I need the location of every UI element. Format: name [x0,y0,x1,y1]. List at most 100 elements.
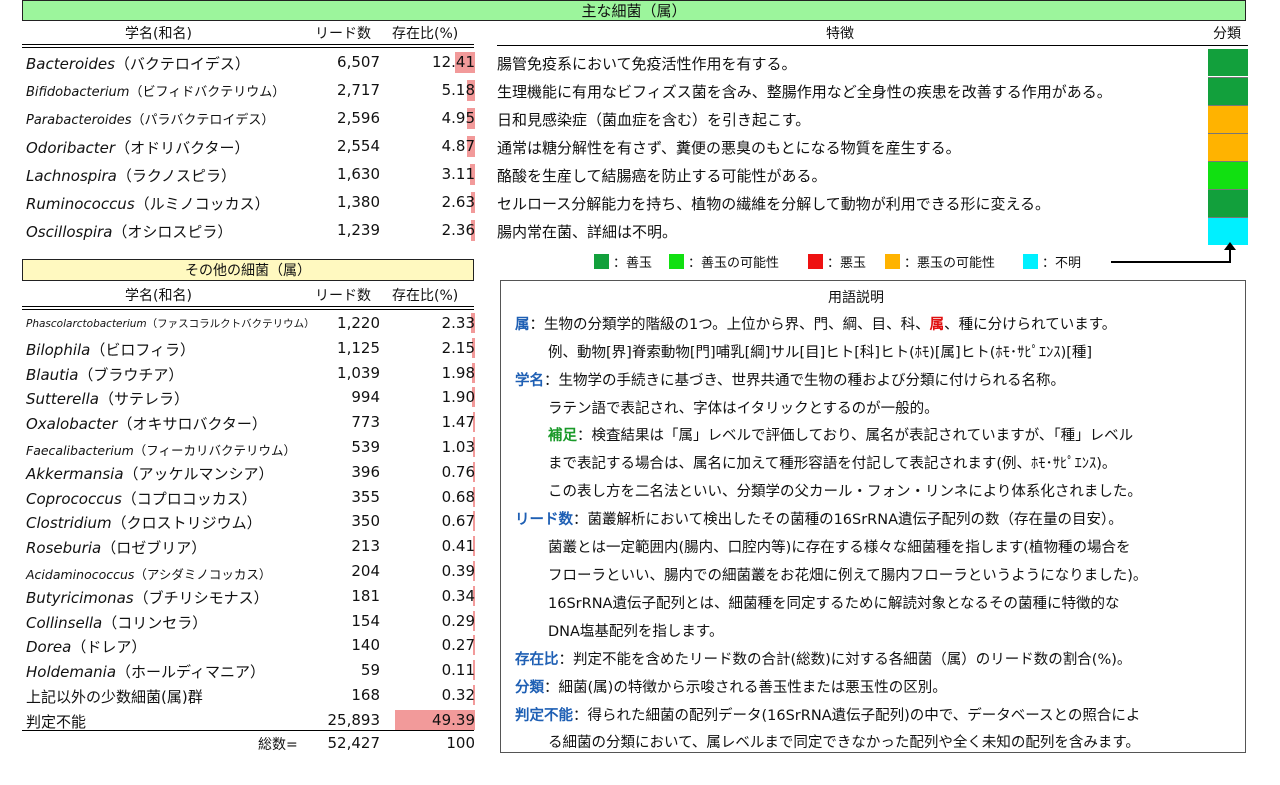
main-col-reads-header: リード数 [315,26,371,42]
ratio-value: 0.67 [441,512,475,531]
bacteria-name: Acidaminococcus（アシダミノコッカス） [26,564,271,583]
glossary-title: 用語説明 [828,290,884,306]
main-col-feature-header: 特徴 [826,26,854,42]
legend-label: ：善玉 [613,256,653,271]
read-count: 154 [351,611,380,630]
other-table-row: Butyricimonas（ブチリシモナス） 181 0.34 [0,584,480,608]
main-table-row: Parabacteroides（パラバクテロイデス） 2,596 4.95 日和見感染… [0,105,1280,133]
other-table-row: Holdemania（ホールディマニア） 59 0.11 [0,658,480,682]
read-count: 213 [351,537,380,556]
other-table-rule [22,306,474,307]
scientific-name: Blautia [26,365,79,384]
scientific-name: Odoribacter [26,139,116,157]
japanese-name: （ルミノコッカス） [134,195,270,213]
feature-text: 生理機能に有用なビフィズス菌を含み、整腸作用など全身性の疾患を改善する作用がある… [497,83,1112,101]
scientific-name: Bacteroides [26,55,115,73]
scientific-name: Faecalibacterium [26,443,134,458]
feature-text: 日和見感染症（菌血症を含む）を引き起こす。 [497,111,811,129]
glossary-read-line: 16SrRNA遺伝子配列とは、細菌種を同定するために解読対象となるその菌種に特徴… [548,596,1120,612]
scientific-name: Bilophila [26,340,91,359]
ratio-value: 4.95 [441,109,475,127]
other-table-row: Dorea（ドレア） 140 0.27 [0,633,480,657]
japanese-name: （クロストリジウム） [111,514,262,533]
bacteria-name: 上記以外の少数細菌(属)群 [26,686,203,707]
scientific-name: Dorea [26,638,72,657]
bacteria-name: Coprococcus（コプロコッカス） [26,488,257,509]
read-count: 1,125 [337,338,380,357]
classification-swatch [1208,189,1248,217]
ratio-value: 1.90 [441,388,475,407]
japanese-name: 上記以外の少数細菌(属)群 [26,688,203,706]
japanese-name: （ロゼブリア） [101,539,207,558]
glossary-text: ：検査結果は「属」レベルで評価しており、属名が表記されていますが、「種」レベル [577,428,1134,444]
ratio-value: 2.63 [441,193,475,211]
glossary-term: リード数 [515,512,573,528]
read-count: 1,630 [337,165,380,183]
read-count: 181 [351,586,380,605]
other-table-row: Blautia（ブラウチア） 1,039 1.98 [0,361,480,385]
glossary-undetermined-line: る細菌の分類において、属レベルまで同定できなかった配列や全く未知の配列を含みます… [548,735,1140,751]
japanese-name: （フィーカリバクテリウム） [133,443,297,458]
scientific-name: Phascolarctobacterium [26,318,147,330]
japanese-name: （アッケルマンシア） [123,464,274,483]
scientific-name: Coprococcus [26,489,122,508]
main-table-rule [22,44,474,45]
scientific-name: Bifidobacterium [26,85,130,100]
ratio-value: 49.39 [432,710,475,729]
read-count: 994 [351,388,380,407]
main-table-row: Odoribacter（オドリバクター） 2,554 4.87 通常は糖分解性を有さず… [0,133,1280,161]
japanese-name: （ブラウチア） [78,365,184,384]
read-count: 1,220 [337,314,380,332]
japanese-name: （ビフィドバクテリウム） [129,85,286,100]
glossary-zoku: 属：生物の分類学的階級の1つ。上位から界、門、綱、目、科、属、種に分けられていま… [515,313,1116,334]
bacteria-name: 判定不能 [26,711,86,732]
bacteria-name: Parabacteroides（パラバクテロイデス） [26,109,274,128]
legend-label: ：悪玉の可能性 [904,256,996,271]
main-table-row: Lachnospira（ラクノスピラ） 1,630 3.11 酪酸を生産して結腸癌を防… [0,161,1280,189]
japanese-name: （ドレア） [71,638,147,657]
read-count: 350 [351,512,380,531]
main-table-row: Oscillospira（オシロスピラ） 1,239 2.36 腸内常在菌、詳細は不明… [0,217,1280,245]
legend-swatch [1023,254,1038,269]
legend-label: ：不明 [1042,256,1082,271]
bacteria-name: Bilophila（ビロフィラ） [26,339,195,360]
glossary-read-line: 菌叢とは一定範囲内(腸内、口腔内等)に存在する様々な細菌種を指します(植物種の場… [548,540,1131,556]
legend-item: ：善玉の可能性 [669,252,779,271]
feature-text: 腸管免疫系において免疫活性作用を有する。 [497,55,797,73]
ratio-value: 0.41 [441,537,475,556]
other-table-row: Oxalobacter（オキサロバクター） 773 1.47 [0,410,480,434]
legend-swatch [594,254,609,269]
other-table-row: Bilophila（ビロフィラ） 1,125 2.15 [0,336,480,360]
read-count: 2,554 [337,137,380,155]
read-count: 59 [360,661,380,680]
glossary-ratio: 存在比：判定不能を含めたリード数の合計(総数)に対する各細菌（属）のリード数の割… [515,648,1131,669]
total-rule [22,730,474,731]
legend-item: ：善玉 [594,252,652,271]
bacteria-name: Oxalobacter（オキサロバクター） [26,413,267,434]
japanese-name: （ブチリシモナス） [133,588,269,607]
other-table-rule [22,309,474,310]
main-table-row: Bacteroides（バクテロイデス） 6,507 12.41 腸管免疫系において免… [0,49,1280,77]
scientific-name: Oxalobacter [26,415,118,434]
ratio-value: 1.98 [441,363,475,382]
ratio-value: 0.68 [441,487,475,506]
ratio-value: 1.47 [441,413,475,432]
main-table-row: Bifidobacterium（ビフィドバクテリウム） 2,717 5.18 生理機能… [0,77,1280,105]
bacteria-name: Phascolarctobacterium（ファスコラルクトバクテリウム） [26,316,315,331]
read-count: 25,893 [327,710,381,729]
bacteria-name: Odoribacter（オドリバクター） [26,137,249,158]
bacteria-name: Bifidobacterium（ビフィドバクテリウム） [26,81,285,100]
japanese-name: （オシロスピラ） [112,223,233,241]
ratio-value: 1.03 [441,438,475,456]
scientific-name: Collinsella [26,613,103,632]
glossary-text: ：細菌(属)の特徴から示唆される善玉性または悪玉性の区別。 [544,680,947,696]
ratio-value: 0.32 [441,686,475,704]
scientific-name: Clostridium [26,514,112,533]
read-count: 2,596 [337,109,380,127]
feature-text: 腸内常在菌、詳細は不明。 [497,223,678,241]
legend-label: ：善玉の可能性 [688,256,780,271]
bacteria-name: Bacteroides（バクテロイデス） [26,53,250,74]
glossary-undetermined: 判定不能：得られた細菌の配列データ(16SrRNA遺伝子配列)の中で、データベー… [515,704,1140,725]
glossary-hosoku: 補足：検査結果は「属」レベルで評価しており、属名が表記されていますが、「種」レベ… [548,424,1133,445]
legend-item: ：悪玉の可能性 [885,252,995,271]
